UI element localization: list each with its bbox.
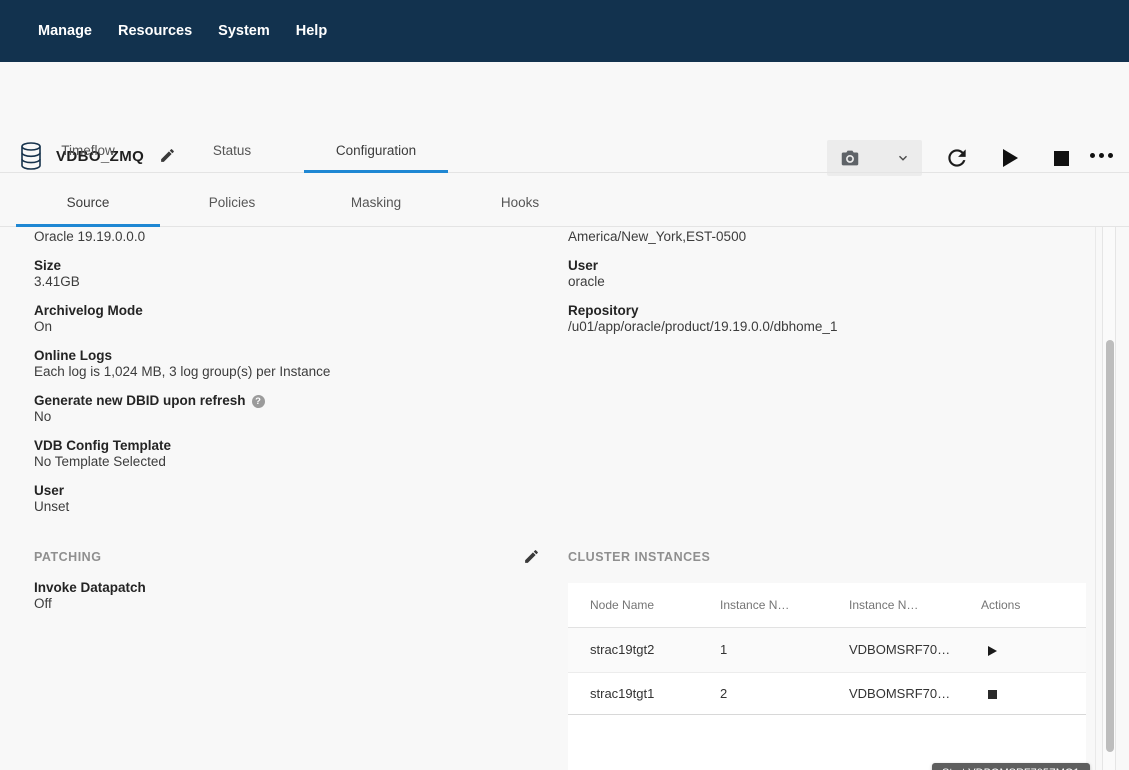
col-actions: Actions: [981, 583, 1020, 627]
vdb-configuration-page: Manage Resources System Help VDBO_ZMQ: [0, 0, 1129, 770]
field-online-logs: Online Logs Each log is 1,024 MB, 3 log …: [34, 348, 534, 380]
cluster-instances-section-title: CLUSTER INSTANCES: [568, 550, 710, 564]
scrollbar-thumb[interactable]: [1106, 340, 1114, 752]
field-database-version: Oracle 19.19.0.0.0: [34, 229, 534, 245]
start-instance-tooltip: Start VDBOMSRF705ZMQ1: [932, 763, 1090, 770]
tab-status[interactable]: Status: [160, 130, 304, 173]
field-label: User: [34, 483, 64, 499]
col-instance-number: Instance N…: [720, 583, 789, 627]
field-vdb-config-template: VDB Config Template No Template Selected: [34, 438, 534, 470]
field-value: On: [34, 319, 534, 335]
primary-tab-bar: Timeflow Status Configuration: [0, 130, 1129, 173]
pencil-icon: [523, 548, 540, 565]
table-header: Node Name Instance N… Instance N… Action…: [568, 583, 1086, 628]
tab-timeflow[interactable]: Timeflow: [16, 130, 160, 173]
field-value: No Template Selected: [34, 454, 534, 470]
start-instance-button[interactable]: [988, 646, 997, 656]
subtab-masking[interactable]: Masking: [304, 174, 448, 227]
cell-instance-name: VDBOMSRF70…: [849, 673, 950, 714]
cell-node-name: strac19tgt2: [590, 628, 654, 672]
field-label: Archivelog Mode: [34, 303, 143, 319]
source-details-left-column: Oracle 19.19.0.0.0 Size 3.41GB Archivelo…: [34, 229, 534, 528]
subtab-hooks[interactable]: Hooks: [448, 174, 592, 227]
field-value: Each log is 1,024 MB, 3 log group(s) per…: [34, 364, 534, 380]
cell-instance-number: 2: [720, 673, 727, 714]
help-icon[interactable]: [252, 395, 265, 408]
field-label: Repository: [568, 303, 639, 319]
col-instance-name: Instance N…: [849, 583, 918, 627]
tab-configuration[interactable]: Configuration: [304, 130, 448, 173]
field-label: Online Logs: [34, 348, 112, 364]
cell-node-name: strac19tgt1: [590, 673, 654, 714]
edit-patching-button[interactable]: [523, 548, 541, 566]
subtab-source[interactable]: Source: [16, 174, 160, 227]
field-invoke-datapatch: Invoke Datapatch Off: [34, 580, 146, 612]
source-details-right-column: America/New_York,EST-0500 User oracle Re…: [568, 229, 1068, 348]
field-value: No: [34, 409, 534, 425]
configuration-subtab-bar: Source Policies Masking Hooks: [0, 174, 1129, 227]
field-value: Unset: [34, 499, 534, 515]
cell-actions: [988, 628, 997, 672]
field-label: Size: [34, 258, 61, 274]
subtab-policies[interactable]: Policies: [160, 174, 304, 227]
nav-item-resources[interactable]: Resources: [118, 23, 192, 39]
stop-instance-button[interactable]: [988, 690, 997, 699]
field-label: Invoke Datapatch: [34, 580, 146, 596]
table-row: strac19tgt2 1 VDBOMSRF70…: [568, 628, 1086, 673]
table-row: strac19tgt1 2 VDBOMSRF70… Start VDBOMSRF…: [568, 673, 1086, 715]
patching-section-title: PATCHING: [34, 550, 101, 564]
field-label: User: [568, 258, 598, 274]
field-label: VDB Config Template: [34, 438, 171, 454]
field-generate-new-dbid: Generate new DBID upon refresh No: [34, 393, 534, 425]
field-value: Off: [34, 596, 146, 612]
field-value: Oracle 19.19.0.0.0: [34, 229, 534, 245]
field-value: 3.41GB: [34, 274, 534, 290]
scrollbar-track[interactable]: [1102, 227, 1116, 770]
field-env-user: User oracle: [568, 258, 1068, 290]
content-right-divider: [1095, 227, 1096, 770]
nav-item-manage[interactable]: Manage: [38, 23, 92, 39]
field-size: Size 3.41GB: [34, 258, 534, 290]
field-label: Generate new DBID upon refresh: [34, 393, 246, 409]
field-value: America/New_York,EST-0500: [568, 229, 1068, 245]
field-value: oracle: [568, 274, 1068, 290]
field-repository: Repository /u01/app/oracle/product/19.19…: [568, 303, 1068, 335]
col-node-name: Node Name: [590, 583, 654, 627]
cell-instance-number: 1: [720, 628, 727, 672]
field-user: User Unset: [34, 483, 534, 515]
field-value: /u01/app/oracle/product/19.19.0.0/dbhome…: [568, 319, 1068, 335]
cell-actions: [988, 673, 997, 714]
field-timezone: America/New_York,EST-0500: [568, 229, 1068, 245]
nav-item-system[interactable]: System: [218, 23, 270, 39]
top-nav-bar: Manage Resources System Help: [0, 0, 1129, 62]
cell-instance-name: VDBOMSRF70…: [849, 628, 950, 672]
page-header: VDBO_ZMQ: [0, 62, 1129, 130]
nav-item-help[interactable]: Help: [296, 23, 327, 39]
field-archivelog-mode: Archivelog Mode On: [34, 303, 534, 335]
cluster-instances-table: Node Name Instance N… Instance N… Action…: [568, 583, 1086, 770]
